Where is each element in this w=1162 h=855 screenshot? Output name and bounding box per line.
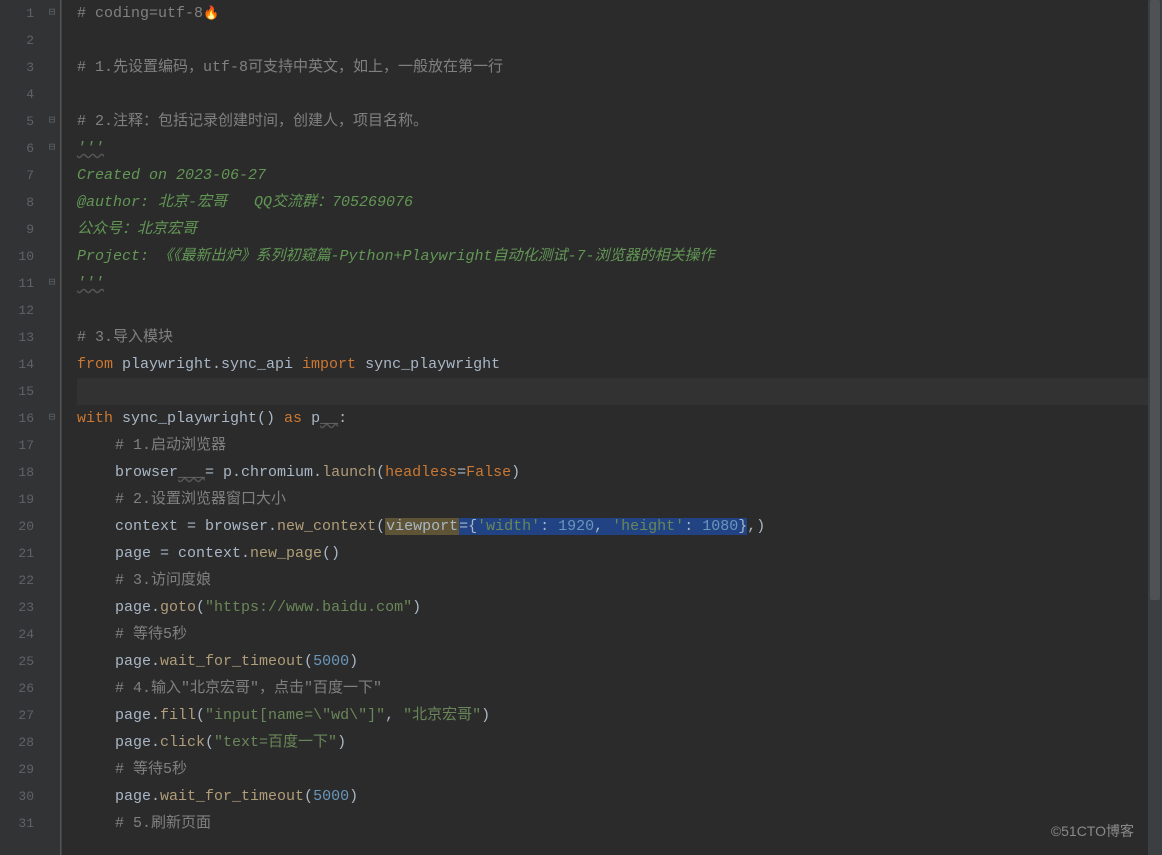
line-number[interactable]: 16 [0, 405, 34, 432]
line-number[interactable]: 12 [0, 297, 34, 324]
line-number[interactable]: 28 [0, 729, 34, 756]
code-text: # 3.导入模块 [77, 329, 173, 346]
line-number[interactable]: 11 [0, 270, 34, 297]
highlighted-param: viewport [385, 518, 459, 535]
line-number[interactable]: 15 [0, 378, 34, 405]
indent-guide [61, 0, 62, 855]
code-text: ''' [77, 140, 104, 157]
line-number[interactable]: 20 [0, 513, 34, 540]
fold-toggle-icon[interactable]: ⊟ [44, 270, 60, 297]
line-number[interactable]: 10 [0, 243, 34, 270]
line-number[interactable]: 2 [0, 27, 34, 54]
line-number[interactable]: 31 [0, 810, 34, 837]
code-text: 公众号：北京宏哥 [77, 221, 197, 238]
line-number[interactable]: 30 [0, 783, 34, 810]
line-number[interactable]: 21 [0, 540, 34, 567]
code-text: Created on 2023-06-27 [77, 167, 266, 184]
line-number[interactable]: 9 [0, 216, 34, 243]
line-number[interactable]: 6 [0, 135, 34, 162]
line-number[interactable]: 22 [0, 567, 34, 594]
code-text: # coding=utf-8 [77, 5, 203, 22]
code-text: Project: 《《最新出炉》系列初窥篇-Python+Playwright自… [77, 248, 715, 265]
vertical-scrollbar[interactable] [1148, 0, 1162, 855]
fire-icon: 🔥 [203, 6, 219, 21]
code-text: # 2.注释：包括记录创建时间，创建人，项目名称。 [77, 113, 428, 130]
fold-toggle-icon[interactable]: ⊟ [44, 405, 60, 432]
line-number[interactable]: 5 [0, 108, 34, 135]
line-number[interactable]: 17 [0, 432, 34, 459]
current-line[interactable] [77, 378, 1162, 405]
line-number[interactable]: 1 [0, 0, 34, 27]
line-number[interactable]: 4 [0, 81, 34, 108]
code-content[interactable]: # coding=utf-8🔥 # 1.先设置编码，utf-8可支持中英文，如上… [61, 0, 1162, 855]
line-number[interactable]: 26 [0, 675, 34, 702]
line-number[interactable]: 14 [0, 351, 34, 378]
line-number[interactable]: 13 [0, 324, 34, 351]
line-number[interactable]: 18 [0, 459, 34, 486]
code-text: @author: 北京-宏哥 QQ交流群：705269076 [77, 194, 413, 211]
line-number[interactable]: 7 [0, 162, 34, 189]
code-text: # 1.先设置编码，utf-8可支持中英文，如上，一般放在第一行 [77, 59, 503, 76]
line-number[interactable]: 8 [0, 189, 34, 216]
line-number[interactable]: 19 [0, 486, 34, 513]
line-number[interactable]: 25 [0, 648, 34, 675]
line-number[interactable]: 29 [0, 756, 34, 783]
watermark-text: ©51CTO博客 [1051, 818, 1134, 845]
line-number[interactable]: 24 [0, 621, 34, 648]
code-editor[interactable]: 1 2 3 4 5 6 7 8 9 10 11 12 13 14 15 16 1… [0, 0, 1162, 855]
line-number[interactable]: 3 [0, 54, 34, 81]
code-text: from [77, 356, 113, 373]
line-number[interactable]: 23 [0, 594, 34, 621]
line-number-gutter[interactable]: 1 2 3 4 5 6 7 8 9 10 11 12 13 14 15 16 1… [0, 0, 44, 855]
fold-gutter[interactable]: ⊟ ⊟ ⊟ ⊟ ⊟ [44, 0, 60, 855]
fold-toggle-icon[interactable]: ⊟ [44, 108, 60, 135]
fold-toggle-icon[interactable]: ⊟ [44, 0, 60, 27]
selection: ={'width': 1920, 'height': 1080} [459, 518, 747, 535]
line-number[interactable]: 27 [0, 702, 34, 729]
code-text: ''' [77, 275, 104, 292]
fold-toggle-icon[interactable]: ⊟ [44, 135, 60, 162]
scrollbar-thumb[interactable] [1150, 0, 1160, 600]
